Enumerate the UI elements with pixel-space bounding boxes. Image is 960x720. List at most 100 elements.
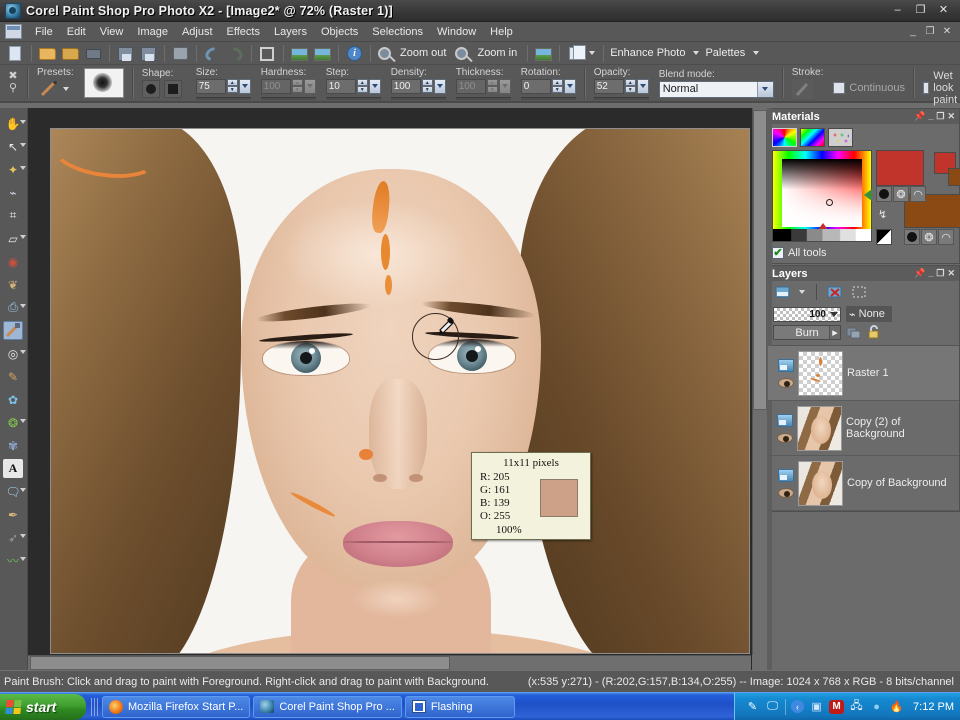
capture-icon[interactable] [312,44,333,63]
tool-picture-tube[interactable]: ✿ [0,388,27,411]
layer-row-raster-1[interactable]: Raster 1 [768,346,959,401]
rotation-dropdown-button[interactable] [563,78,576,94]
thickness-spinner[interactable]: ▲ ▼ [486,79,498,93]
preset-brush-icon[interactable] [37,79,61,99]
tool-straighten[interactable]: ▱ [0,227,27,250]
bg-gradient-button[interactable]: ❂ [921,229,937,245]
size-slider[interactable] [195,96,251,100]
tool-flood-fill[interactable]: ❂ [0,411,27,434]
menu-window[interactable]: Window [430,24,483,40]
layer-row-copy-2-of-background[interactable]: Copy (2) of Background [768,401,959,456]
minimize-icon[interactable]: _ [928,112,933,121]
copy-paste-button[interactable] [564,44,599,63]
thickness-slider[interactable] [455,96,511,100]
stroke-icon[interactable] [791,79,814,99]
canvas-vertical-scrollbar[interactable] [752,108,767,655]
opacity-spinner[interactable]: ▲ ▼ [624,79,636,93]
visibility-eye-icon[interactable] [777,487,794,498]
layer-opacity-input[interactable]: 100 [773,306,841,322]
menu-file[interactable]: File [28,24,60,40]
start-button[interactable]: start [0,693,86,720]
wet-look-checkbox[interactable] [923,82,930,94]
menu-effects[interactable]: Effects [220,24,267,40]
tool-dropper[interactable]: ⌁ [0,181,27,204]
browse-icon[interactable] [60,44,81,63]
menu-help[interactable]: Help [483,24,520,40]
mdi-restore-button[interactable]: ❐ [922,25,938,39]
scrollbar-thumb[interactable] [30,656,450,670]
opacity-slider[interactable] [593,96,649,100]
quick-launch-grip[interactable] [91,697,99,716]
all-tools-checkbox[interactable]: ✔ [772,247,784,259]
materials-tab-frame[interactable] [772,128,797,147]
menu-objects[interactable]: Objects [314,24,365,40]
maximize-icon[interactable]: ❐ [936,112,944,121]
fg-gradient-button[interactable]: ❂ [893,186,909,202]
density-slider[interactable] [390,96,446,100]
tool-paint-brush[interactable] [0,319,27,342]
duplicate-icon[interactable] [170,44,191,63]
size-spinner[interactable]: ▲ ▼ [226,79,238,93]
fg-pattern-button[interactable]: ◠ [910,186,926,202]
density-spinner[interactable]: ▲ ▼ [421,79,433,93]
zoom-out-button[interactable]: Zoom out [375,44,452,63]
scrollbar-thumb[interactable] [753,110,767,410]
menu-adjust[interactable]: Adjust [175,24,220,40]
tool-red-eye[interactable]: ◉ [0,250,27,273]
menu-selections[interactable]: Selections [365,24,430,40]
layer-blend-mode-select[interactable]: Burn ▸ [773,325,841,340]
blend-mode-select[interactable]: Normal [658,80,774,98]
canvas-horizontal-scrollbar[interactable] [28,655,751,670]
info-icon[interactable]: i [344,44,365,63]
pin-icon[interactable]: 📌 [914,112,925,121]
zoom-in-button[interactable]: Zoom in [452,44,523,63]
menu-layers[interactable]: Layers [267,24,314,40]
fg-color-button[interactable] [876,186,892,202]
background-solid-swatch[interactable] [948,168,960,186]
save-icon[interactable] [115,44,136,63]
size-dropdown-button[interactable] [238,78,251,94]
minimize-icon[interactable]: _ [928,269,933,278]
monitor-tray-icon[interactable]: 🖵 [765,700,780,714]
foreground-color-swatch[interactable] [876,150,924,186]
density-input[interactable]: 100 [390,78,421,94]
maximize-icon[interactable]: ❐ [936,269,944,278]
step-input[interactable]: 10 [325,78,356,94]
taskbar-button-paintshop[interactable]: Corel Paint Shop Pro ... [253,695,402,718]
tool-eraser[interactable]: ◎ [0,342,27,365]
black-white-swatch[interactable] [876,229,892,245]
rotation-input[interactable]: 0 [520,78,551,94]
selection-layer-icon[interactable] [849,284,869,301]
close-button[interactable]: ✕ [933,2,954,20]
image-info-icon[interactable] [289,44,310,63]
hardness-spinner[interactable]: ▲ ▼ [291,79,303,93]
tool-clone-brush[interactable]: ⎙ [0,296,27,319]
thickness-input[interactable]: 100 [455,78,486,94]
opacity-input[interactable]: 52 [593,78,624,94]
bg-pattern-button[interactable]: ◠ [938,229,954,245]
tool-pan[interactable]: ✋ [0,112,27,135]
open-icon[interactable] [37,44,58,63]
step-spinner[interactable]: ▲ ▼ [356,79,368,93]
step-dropdown-button[interactable] [368,78,381,94]
taskbar-button-firefox[interactable]: Mozilla Firefox Start P... [102,695,251,718]
tool-warp-brush[interactable]: ➶ [0,526,27,549]
grayscale-strip[interactable] [773,229,871,241]
update-tray-icon[interactable]: ● [869,700,884,714]
chevron-down-icon[interactable] [799,290,805,294]
hardness-slider[interactable] [260,96,316,100]
step-slider[interactable] [325,96,381,100]
thickness-dropdown-button[interactable] [498,78,511,94]
materials-tab-swatches[interactable] [828,128,853,147]
image-canvas[interactable]: 11x11 pixels R: 205 G: 161 B: 139 O: 255… [50,128,750,654]
saturation-value-area[interactable] [782,159,862,227]
materials-tab-rainbow[interactable] [800,128,825,147]
density-dropdown-button[interactable] [433,78,446,94]
taskbar-button-flashing[interactable]: Flashing [404,695,515,718]
menu-edit[interactable]: Edit [60,24,93,40]
undo-icon[interactable] [202,44,223,63]
mcafee-tray-icon[interactable]: M [829,699,845,714]
mdi-minimize-button[interactable]: _ [905,25,921,39]
restore-button[interactable]: ❐ [910,2,931,20]
tool-crop[interactable]: ⌗ [0,204,27,227]
